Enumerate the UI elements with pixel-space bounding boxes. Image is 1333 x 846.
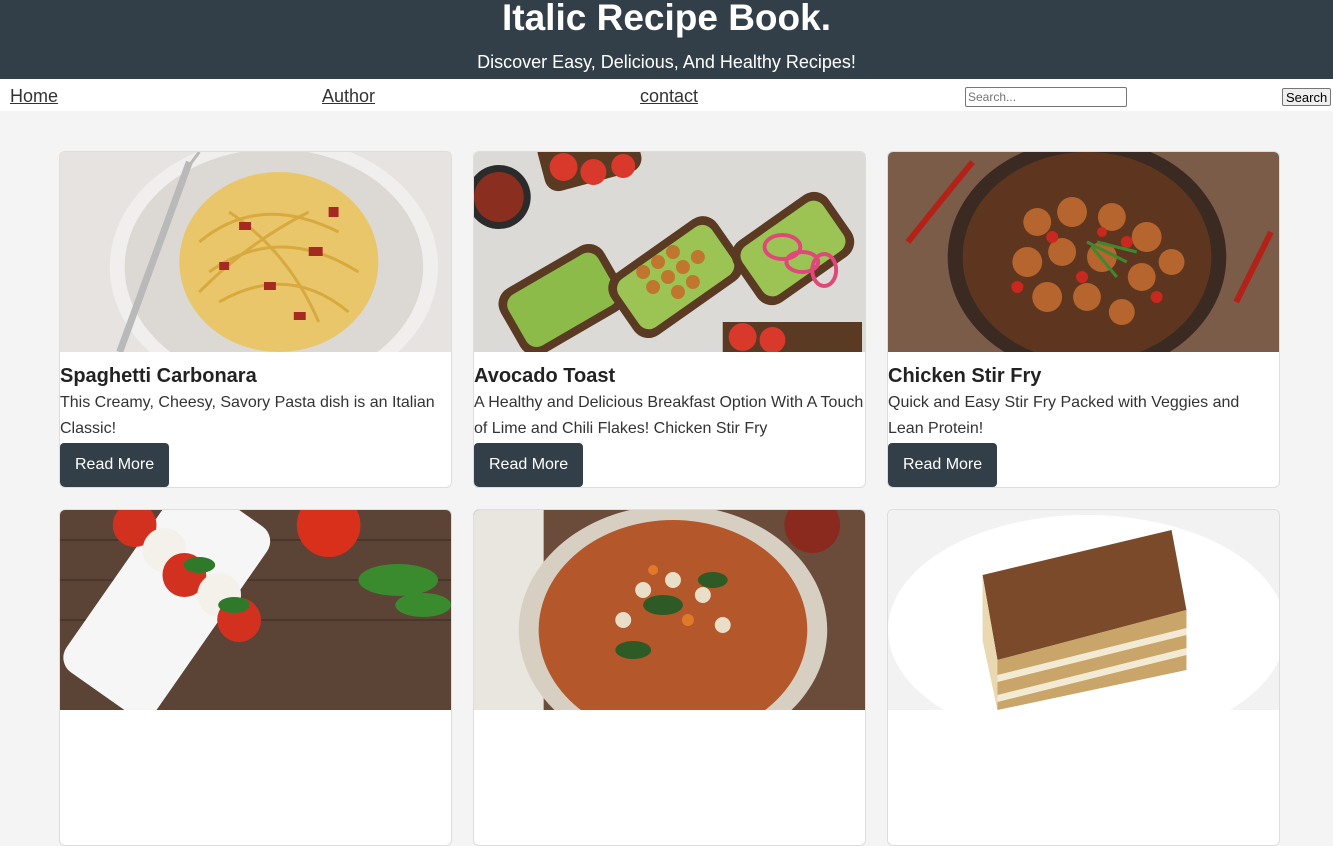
card-body: Chicken Stir Fry Quick and Easy Stir Fry… [888,364,1279,487]
chicken-stir-fry-image [888,152,1279,352]
card-body: Spaghetti Carbonara This Creamy, Cheesy,… [60,364,451,487]
search-button[interactable]: Search [1282,88,1332,106]
recipe-title: Spaghetti Carbonara [60,365,257,387]
site-header: Italic Recipe Book. Discover Easy, Delic… [0,0,1333,79]
caprese-image [60,510,451,710]
nav-bar: Home Author contact Search [0,79,1333,111]
recipe-card-avocado-toast: Avocado Toast A Healthy and Delicious Br… [473,151,866,488]
read-more-button[interactable]: Read More [60,443,170,487]
avocado-toast-image [474,152,865,352]
search-input[interactable] [965,87,1127,107]
read-more-button[interactable]: Read More [474,443,584,487]
recipe-card-caprese [59,509,452,846]
recipe-description: A Healthy and Delicious Breakfast Option… [474,394,864,437]
recipe-title: Avocado Toast [474,365,616,387]
carbonara-image [60,152,451,352]
card-body: Avocado Toast A Healthy and Delicious Br… [474,364,865,487]
recipe-description: This Creamy, Cheesy, Savory Pasta dish i… [60,394,435,437]
recipe-grid: Spaghetti Carbonara This Creamy, Cheesy,… [59,151,1280,846]
read-more-button[interactable]: Read More [888,443,998,487]
recipe-card-soup [473,509,866,846]
site-title: Italic Recipe Book. [502,0,831,38]
nav-link-home[interactable]: Home [10,86,58,107]
site-subtitle: Discover Easy, Delicious, And Healthy Re… [477,52,856,72]
recipe-card-chicken-stir-fry: Chicken Stir Fry Quick and Easy Stir Fry… [887,151,1280,488]
nav-link-author[interactable]: Author [322,86,375,107]
recipe-title: Chicken Stir Fry [888,365,1042,387]
nav-link-contact[interactable]: contact [640,86,698,107]
recipe-card-tiramisu [887,509,1280,846]
soup-image [474,510,865,710]
recipe-card-carbonara: Spaghetti Carbonara This Creamy, Cheesy,… [59,151,452,488]
recipe-description: Quick and Easy Stir Fry Packed with Vegg… [888,394,1240,437]
tiramisu-image [888,510,1279,710]
